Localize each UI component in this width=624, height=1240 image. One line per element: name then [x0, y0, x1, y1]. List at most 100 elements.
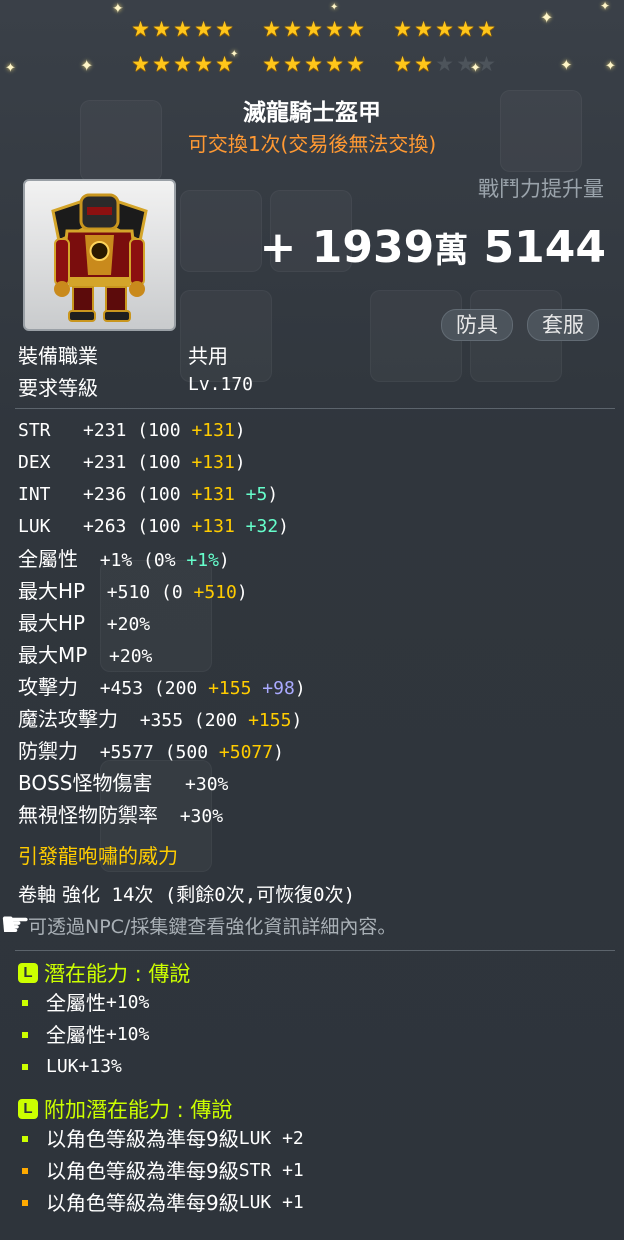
stat-row-luk: LUK +263 (100 +131 +32): [18, 512, 289, 542]
star-filled-icon: ★: [477, 17, 496, 41]
stat-total: +20%: [106, 614, 151, 635]
additional-value: LUK +2: [238, 1128, 304, 1149]
additional-value: LUK +1: [238, 1192, 304, 1213]
stat-name: STR: [18, 420, 51, 441]
star-force-row-2: ★ ★ ★ ★ ★ ★ ★ ★ ★ ★ ★ ★ ★ ★ ★: [130, 53, 497, 75]
scroll-detail: (剩餘0次,可恢復0次): [164, 884, 356, 906]
stat-total: +453: [99, 678, 144, 699]
stat-row-max-hp: 最大HP +510 (0 +510): [18, 576, 248, 606]
stat-total: +30%: [185, 774, 229, 795]
stat-row-str: STR +231 (100 +131): [18, 416, 246, 446]
stat-base: (100: [137, 420, 181, 441]
combat-power-rest: 5144: [483, 222, 606, 273]
stat-row-ignore-defense: 無視怪物防禦率 +30%: [18, 800, 223, 830]
stat-close: ): [278, 516, 289, 537]
star-filled-icon: ★: [131, 52, 150, 76]
stat-row-int: INT +236 (100 +131 +5): [18, 480, 278, 510]
stat-bonus: +5077: [218, 742, 274, 763]
sparkle-icon: ✦: [80, 56, 94, 75]
stat-close: ): [291, 710, 303, 731]
stat-close: ): [234, 420, 246, 441]
combat-power-unit: 萬: [434, 231, 469, 271]
legendary-badge-icon: L: [18, 1099, 38, 1119]
stat-name: 防禦力: [18, 739, 78, 763]
stat-row-magic-attack: 魔法攻擊力 +355 (200 +155): [18, 704, 302, 734]
stat-total: +355: [139, 710, 184, 731]
star-filled-icon: ★: [262, 52, 281, 76]
combat-power-prefix: +: [259, 222, 297, 273]
scroll-count: 14次: [111, 884, 154, 906]
additional-potential-line: 以角色等級為準每9級 LUK +2: [22, 1124, 304, 1154]
potential-stat: 全屬性: [46, 991, 106, 1015]
star-filled-icon: ★: [173, 17, 192, 41]
star-filled-icon: ★: [304, 52, 323, 76]
enhance-hint: 可透過NPC/採集鍵查看強化資訊詳細內容。: [28, 916, 397, 938]
stat-total: +231: [83, 420, 127, 441]
level-value: Lv.170: [188, 374, 254, 395]
sparkle-icon: ✦: [5, 61, 16, 76]
stat-row-max-mp-percent: 最大MP +20%: [18, 640, 152, 670]
stat-name: DEX: [18, 452, 51, 473]
additional-potential-title: 附加潛在能力 : 傳說: [44, 1098, 233, 1122]
bullet-icon: [22, 1200, 28, 1206]
tag-armor: 防具: [441, 309, 513, 341]
sparkle-icon: ✦: [330, 2, 339, 13]
stat-bonus: +155: [208, 678, 252, 699]
potential-value: +13%: [78, 1056, 122, 1077]
stat-total: +20%: [109, 646, 153, 667]
stat-name: 無視怪物防禦率: [18, 803, 158, 827]
additional-stat: 以角色等級為準每9級: [46, 1127, 239, 1151]
job-label: 裝備職業: [18, 344, 98, 368]
star-group: ★ ★ ★ ★ ★: [392, 18, 497, 40]
sparkle-icon: ✦: [600, 0, 611, 13]
star-empty-icon: ★: [477, 52, 496, 76]
job-value: 共用: [188, 344, 228, 368]
scroll-upgrade-info: 卷軸 強化 14次 (剩餘0次,可恢復0次): [18, 880, 355, 907]
combat-power-main: 1939: [311, 222, 435, 273]
stat-row-attack: 攻擊力 +453 (200 +155 +98): [18, 672, 306, 702]
star-group: ★ ★ ★ ★ ★: [261, 53, 366, 75]
star-filled-icon: ★: [194, 17, 213, 41]
potential-line: LUK +13%: [22, 1052, 122, 1082]
item-name: 滅龍騎士盔甲: [243, 100, 381, 126]
stat-total: +263: [83, 516, 127, 537]
stat-name: 最大HP: [18, 579, 86, 603]
star-filled-icon: ★: [435, 17, 454, 41]
stat-total: +1%: [99, 550, 133, 571]
sparkle-icon: ✦: [540, 8, 554, 27]
additional-potential-line: 以角色等級為準每9級 LUK +1: [22, 1188, 304, 1218]
bullet-icon: [22, 1064, 28, 1070]
stat-base: (100: [137, 516, 181, 537]
star-force-row-1: ★ ★ ★ ★ ★ ★ ★ ★ ★ ★ ★ ★ ★ ★ ★: [130, 18, 497, 40]
star-filled-icon: ★: [131, 17, 150, 41]
star-filled-icon: ★: [304, 17, 323, 41]
stat-row-all-stat: 全屬性 +1% (0% +1%): [18, 544, 230, 574]
item-icon-frame: [23, 179, 176, 331]
additional-stat: 以角色等級為準每9級: [46, 1191, 239, 1215]
star-filled-icon: ★: [346, 52, 365, 76]
combat-power-value: + 1939萬 5144: [260, 222, 606, 273]
stat-name: 最大MP: [18, 643, 88, 667]
star-filled-icon: ★: [152, 52, 171, 76]
star-filled-icon: ★: [194, 52, 213, 76]
stat-total: +236: [83, 484, 127, 505]
stat-close: ): [267, 484, 279, 505]
combat-power-label: 戰鬥力提升量: [478, 177, 604, 201]
trade-note: 可交換1次(交易後無法交換): [187, 132, 437, 156]
stat-bonus: +510: [193, 582, 237, 603]
stat-row-dex: DEX +231 (100 +131): [18, 448, 246, 478]
star-filled-icon: ★: [456, 17, 475, 41]
stat-close: ): [273, 742, 284, 763]
stat-base: (100: [137, 484, 181, 505]
sparkle-icon: ✦: [605, 59, 616, 74]
star-group: ★ ★ ★ ★ ★: [130, 18, 235, 40]
star-group: ★ ★ ★ ★ ★: [261, 18, 366, 40]
stat-potential-bonus: +1%: [186, 550, 219, 571]
star-filled-icon: ★: [393, 17, 412, 41]
bullet-icon: [22, 1168, 28, 1174]
potential-line: 全屬性 +10%: [22, 988, 149, 1018]
hand-cursor-icon: ☛: [0, 905, 31, 945]
stat-row-boss-damage: BOSS怪物傷害 +30%: [18, 768, 228, 798]
bullet-icon: [22, 1032, 28, 1038]
sparkle-icon: ✦: [112, 1, 124, 17]
